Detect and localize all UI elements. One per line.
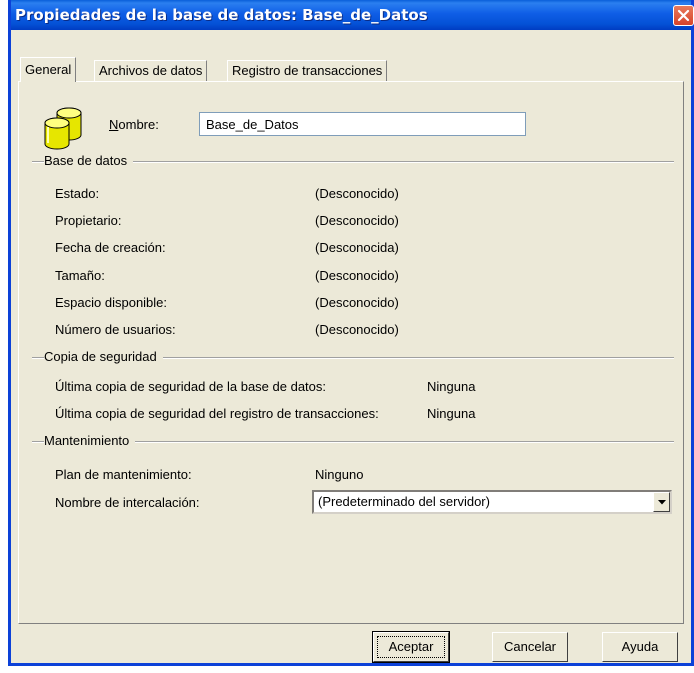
- tab-label: Registro de transacciones: [232, 63, 383, 78]
- section-title-maintenance: Mantenimiento: [44, 433, 136, 448]
- window-title: Propiedades de la base de datos: Base_de…: [15, 6, 428, 24]
- tab-general[interactable]: General: [20, 57, 77, 82]
- user-count-value: (Desconocido): [315, 322, 399, 337]
- name-label: Nombre:: [109, 117, 159, 132]
- database-icon: [44, 107, 82, 150]
- section-title-database: Base de datos: [44, 153, 134, 168]
- help-button[interactable]: Ayuda: [602, 632, 678, 662]
- last-db-backup-value: Ninguna: [427, 379, 476, 394]
- free-space-value: (Desconocido): [315, 295, 399, 310]
- title-bar: Propiedades de la base de datos: Base_de…: [11, 0, 694, 30]
- tab-transaction-log[interactable]: Registro de transacciones: [227, 60, 388, 81]
- creation-date-label: Fecha de creación:: [55, 240, 166, 255]
- collation-label: Nombre de intercalación:: [55, 495, 200, 510]
- chevron-down-icon: [658, 500, 666, 505]
- tab-label: General: [25, 62, 72, 77]
- cancel-button[interactable]: Cancelar: [492, 632, 568, 662]
- last-log-backup-label: Última copia de seguridad del registro d…: [55, 406, 379, 421]
- creation-date-value: (Desconocida): [315, 240, 399, 255]
- ok-button[interactable]: Aceptar: [372, 631, 450, 663]
- close-icon: [677, 9, 690, 22]
- cancel-button-label: Cancelar: [503, 639, 557, 654]
- free-space-label: Espacio disponible:: [55, 295, 168, 310]
- size-label: Tamaño:: [55, 268, 105, 283]
- close-button[interactable]: [673, 5, 694, 26]
- last-log-backup-value: Ninguna: [427, 406, 476, 421]
- name-label-accel: N: [109, 117, 119, 132]
- owner-label: Propietario:: [55, 213, 122, 228]
- maintenance-plan-label: Plan de mantenimiento:: [55, 467, 192, 482]
- status-value: (Desconocido): [315, 186, 399, 201]
- focus-ring: [377, 636, 445, 658]
- status-label: Estado:: [55, 186, 100, 201]
- collation-selected-value: (Predeterminado del servidor): [318, 494, 490, 509]
- section-title-backup: Copia de seguridad: [44, 349, 163, 364]
- last-db-backup-label: Última copia de seguridad de la base de …: [55, 379, 327, 394]
- collation-select[interactable]: (Predeterminado del servidor): [312, 490, 672, 514]
- help-button-label: Ayuda: [621, 639, 659, 654]
- dropdown-button[interactable]: [653, 492, 670, 512]
- name-input[interactable]: [199, 112, 526, 136]
- name-label-text: ombre:: [118, 117, 159, 132]
- user-count-label: Número de usuarios:: [55, 322, 176, 337]
- tab-label: Archivos de datos: [99, 63, 203, 78]
- tab-data-files[interactable]: Archivos de datos: [94, 60, 208, 81]
- maintenance-plan-value: Ninguno: [315, 467, 364, 482]
- owner-value: (Desconocido): [315, 213, 399, 228]
- size-value: (Desconocido): [315, 268, 399, 283]
